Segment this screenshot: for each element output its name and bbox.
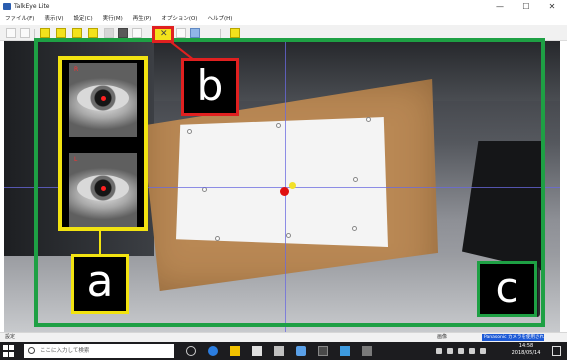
taskbar-clock[interactable]: 14:58 2018/05/14 [506,343,546,357]
windows-start-icon[interactable] [3,345,15,357]
clock-time: 14:58 [518,343,534,349]
title-bar: TalkEye Lite — ☐ ✕ [0,0,567,13]
toolbar-separator [220,29,221,38]
new-file-icon[interactable] [6,28,16,38]
app-icon [3,3,11,10]
window-title: TalkEye Lite [14,3,50,10]
eye-camera-icon[interactable] [40,28,50,38]
ime-icon[interactable] [469,348,475,354]
menu-run[interactable]: 実行(M) [103,13,123,25]
task-view-icon[interactable] [186,346,196,356]
talkeye-app-icon[interactable] [318,346,328,356]
keyboard-icon[interactable] [480,348,486,354]
annotation-label-b: b [181,58,239,116]
clock-date: 2018/05/14 [511,350,541,356]
settings-app-icon[interactable] [362,346,372,356]
tool-icon[interactable] [132,28,142,38]
menu-options[interactable]: オプション(O) [161,13,197,25]
status-text: 設定 [5,334,16,340]
menu-view[interactable]: 表示(V) [44,13,63,25]
search-placeholder: ここに入力して検索 [40,348,90,354]
store-icon[interactable] [252,346,262,356]
open-file-icon[interactable] [20,28,30,38]
notification-icon[interactable] [552,346,561,356]
windows-taskbar: ここに入力して検索 14:58 2018/05/14 [0,342,567,360]
search-icon [28,347,35,354]
system-tray [436,342,491,360]
calibration-icon[interactable] [56,28,66,38]
play-icon[interactable] [88,28,98,38]
status-image-label: 画像 [437,334,448,340]
toolbar-separator [34,29,35,38]
app-icon[interactable] [296,346,306,356]
view-icon[interactable] [176,28,186,38]
camera-notification[interactable]: Panasonic カメラを使用されますか？ 今後使用しない [482,334,544,341]
menu-help[interactable]: ヘルプ(H) [207,13,232,25]
volume-icon[interactable] [458,348,464,354]
minimize-button[interactable]: — [487,0,513,13]
menu-settings[interactable]: 設定(C) [74,13,93,25]
status-bar: 設定 画像 Panasonic カメラを使用されますか？ 今後使用しない [0,332,567,342]
menu-play[interactable]: 再生(P) [133,13,152,25]
annotation-label-c: c [477,261,537,317]
export-icon[interactable] [230,28,240,38]
maximize-button[interactable]: ☐ [513,0,539,13]
pointer-icon[interactable] [104,28,114,38]
stop-icon[interactable] [118,28,128,38]
edge-browser-icon[interactable] [208,346,218,356]
close-button[interactable]: ✕ [539,0,565,13]
annotation-label-a: a [71,254,129,314]
menu-file[interactable]: ファイル(F) [5,13,34,25]
mail-icon[interactable] [274,346,284,356]
window-icon[interactable] [190,28,200,38]
record-icon[interactable] [72,28,82,38]
taskbar-search-input[interactable]: ここに入力して検索 [24,344,174,358]
network-icon[interactable] [447,348,453,354]
close-x-icon: ✕ [160,29,168,39]
photos-icon[interactable] [340,346,350,356]
chevron-up-icon[interactable] [436,348,442,354]
file-explorer-icon[interactable] [230,346,240,356]
menu-bar: ファイル(F) 表示(V) 設定(C) 実行(M) 再生(P) オプション(O)… [0,13,567,25]
annotation-connector-a [99,229,101,255]
